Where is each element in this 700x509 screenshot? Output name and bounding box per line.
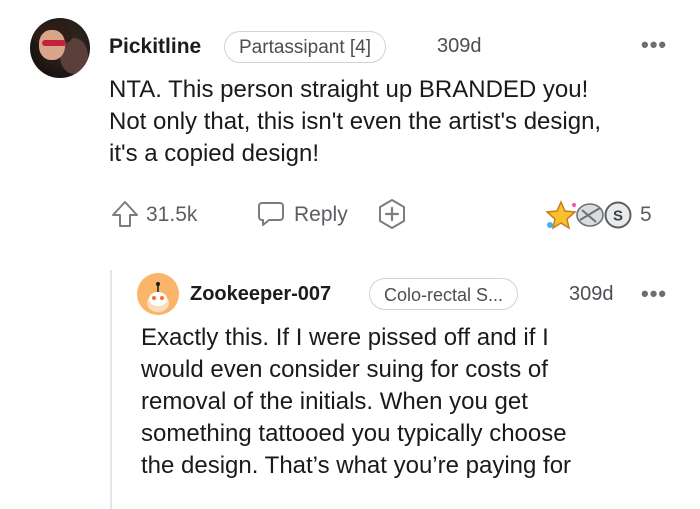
reply-line: removal of the initials. When you get (141, 388, 528, 415)
reply-username[interactable]: Zookeeper-007 (190, 283, 331, 306)
reply-user-avatar[interactable] (137, 273, 179, 315)
comment-line: it's a copied design! (109, 140, 320, 167)
user-flair: Partassipant [4] (224, 31, 387, 63)
comment-line: Not only that, this isn't even the artis… (109, 108, 602, 135)
thread-line[interactable] (110, 270, 112, 509)
reply-user-flair: Colo-rectal S... (369, 278, 519, 310)
star-award-icon (544, 200, 578, 230)
avatar-detail (42, 40, 66, 46)
salute-award-icon (574, 200, 606, 230)
comment-line: NTA. This person straight up BRANDED you… (109, 76, 589, 103)
reply-more-options-button[interactable]: ••• (641, 283, 667, 305)
svg-text:S: S (613, 208, 623, 225)
vote-count: 31.5k (146, 203, 198, 226)
comment-body: NTA. This person straight up BRANDED you… (109, 74, 689, 170)
award-plus-icon[interactable] (376, 198, 408, 230)
more-options-button[interactable]: ••• (641, 34, 667, 56)
reply-line: would even consider suing for costs of (141, 356, 548, 383)
upvote-icon[interactable] (110, 199, 140, 229)
awards-count: 5 (640, 203, 652, 226)
reply-button[interactable]: Reply (294, 203, 348, 227)
reply-line: Exactly this. If I were pissed off and i… (141, 324, 549, 351)
reply-body: Exactly this. If I were pissed off and i… (141, 322, 691, 482)
comment-age: 309d (437, 35, 482, 57)
user-avatar[interactable] (30, 18, 90, 78)
reply-line: the design. That’s what you’re paying fo… (141, 452, 572, 479)
comment-username[interactable]: Pickitline (109, 35, 201, 59)
reply-age: 309d (569, 283, 614, 305)
reply-icon[interactable] (256, 199, 286, 229)
silver-award-icon: S (603, 200, 633, 230)
reply-line: something tattooed you typically choose (141, 420, 567, 447)
